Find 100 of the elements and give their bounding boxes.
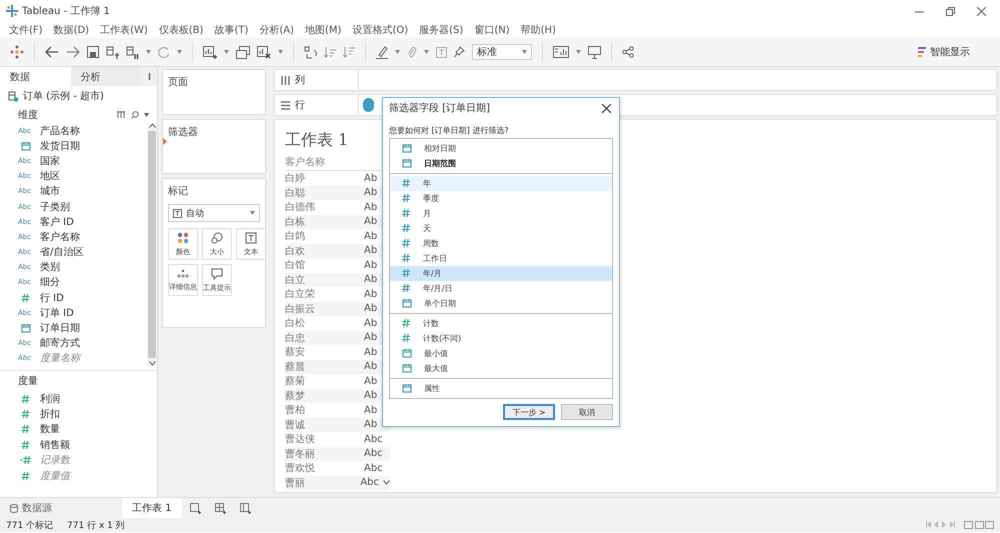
- caret-icon: [250, 211, 255, 215]
- window-title: Tableau - 工作簿 1: [22, 5, 110, 18]
- filter-option[interactable]: 最小值: [390, 346, 612, 361]
- paperclip-icon[interactable]: [407, 46, 417, 58]
- field-name[interactable]: 类别: [40, 260, 60, 274]
- mark-type-dropdown[interactable]: 自动: [168, 204, 260, 222]
- forward-arrow-icon[interactable]: [66, 46, 80, 58]
- field-pill[interactable]: [363, 98, 374, 112]
- field-name[interactable]: 销售额: [40, 438, 70, 452]
- calendar-icon: [402, 383, 412, 394]
- save-icon[interactable]: [87, 46, 99, 58]
- share-icon[interactable]: [622, 46, 634, 58]
- table-cell-text: 曹丽: [285, 476, 306, 490]
- menu-item[interactable]: 仪表板(B): [154, 23, 208, 37]
- clear-sheet-icon[interactable]: [257, 46, 271, 58]
- menu-item[interactable]: 文件(F): [4, 23, 48, 37]
- filter-option[interactable]: 相对日期: [390, 140, 612, 156]
- filter-option[interactable]: 周数: [390, 236, 612, 251]
- filter-option[interactable]: 月: [390, 206, 612, 221]
- fit-dropdown[interactable]: 标准: [472, 44, 532, 60]
- menu-item[interactable]: 数据(D): [48, 23, 94, 37]
- filter-option[interactable]: 工作日: [390, 250, 612, 266]
- menu-item[interactable]: 服务器(S): [414, 23, 468, 37]
- filter-option[interactable]: 天: [390, 220, 612, 236]
- menu-item[interactable]: 地图(M): [300, 23, 346, 37]
- next-button[interactable]: 下一步 >: [503, 404, 555, 420]
- sort-descending-icon[interactable]: [343, 46, 355, 58]
- show-me-button[interactable]: 智能显示: [912, 43, 976, 61]
- back-arrow-icon[interactable]: [45, 46, 59, 58]
- filter-option[interactable]: 日期范围: [390, 156, 612, 171]
- field-name[interactable]: 折扣: [40, 407, 60, 422]
- filter-option[interactable]: 季度: [390, 190, 612, 206]
- field-name[interactable]: 发货日期: [40, 138, 80, 153]
- filter-option[interactable]: 计数: [390, 316, 612, 331]
- presentation-icon[interactable]: [588, 46, 601, 58]
- menu-item[interactable]: 帮助(H): [516, 23, 561, 37]
- view-grid-icon[interactable]: [117, 111, 126, 118]
- add-datasource-icon[interactable]: [106, 46, 119, 58]
- field-name[interactable]: 数量: [40, 422, 60, 436]
- pin-icon[interactable]: [454, 46, 465, 58]
- restore-icon[interactable]: [946, 6, 955, 16]
- column-header: 客户名称: [285, 156, 325, 169]
- pause-datasource-icon[interactable]: [126, 46, 139, 58]
- chevron-down-icon[interactable]: [148, 361, 156, 366]
- field-name[interactable]: 客户 ID: [40, 214, 74, 229]
- field-name[interactable]: 省/自治区: [40, 245, 84, 260]
- field-name[interactable]: 客户名称: [40, 230, 80, 244]
- duplicate-sheet-icon[interactable]: [236, 46, 250, 58]
- field-name[interactable]: 订单 ID: [40, 306, 74, 320]
- field-name[interactable]: 地区: [40, 169, 60, 184]
- new-sheet-chart-icon[interactable]: [203, 46, 217, 58]
- minimize-pane-icon[interactable]: [148, 73, 150, 80]
- field-name[interactable]: 产品名称: [40, 124, 80, 138]
- sheet-tab[interactable]: 工作表 1: [122, 498, 182, 518]
- new-worksheet-icon[interactable]: [190, 502, 201, 514]
- filter-option[interactable]: 年: [390, 176, 612, 191]
- close-icon[interactable]: [977, 6, 986, 16]
- close-icon: [602, 104, 611, 113]
- search-icon[interactable]: [131, 110, 139, 118]
- filter-option[interactable]: 最大值: [390, 360, 612, 376]
- data-source-tab[interactable]: 数据源: [0, 498, 62, 518]
- cancel-button[interactable]: 取消: [561, 404, 613, 420]
- pane-tab[interactable]: 分析: [70, 67, 141, 86]
- scrollbar[interactable]: [147, 123, 157, 366]
- data-source-name[interactable]: 订单 (示例 - 超市): [23, 89, 104, 103]
- field-name[interactable]: 订单日期: [40, 321, 80, 336]
- sort-ascending-icon[interactable]: [324, 46, 336, 58]
- close-button[interactable]: [600, 102, 613, 115]
- menu-item[interactable]: 工作表(W): [95, 23, 153, 37]
- new-dashboard-icon[interactable]: [214, 502, 226, 514]
- field-name[interactable]: 行 ID: [40, 290, 64, 305]
- show-labels-icon[interactable]: [553, 46, 569, 58]
- filter-option[interactable]: 单个日期: [390, 296, 612, 311]
- field-name[interactable]: 记录数: [40, 453, 70, 468]
- filter-option[interactable]: 年/月/日: [390, 280, 612, 296]
- field-name[interactable]: 细分: [40, 275, 60, 290]
- filter-option[interactable]: 年/月: [390, 266, 612, 281]
- field-name[interactable]: 子类别: [40, 200, 70, 214]
- chevron-up-icon[interactable]: [148, 123, 156, 128]
- new-story-icon[interactable]: [240, 502, 251, 514]
- highlight-pen-icon[interactable]: [376, 46, 388, 58]
- field-name[interactable]: 国家: [40, 154, 60, 168]
- filter-option[interactable]: 计数(不同): [390, 330, 612, 346]
- menu-item[interactable]: 分析(A): [254, 23, 300, 37]
- field-name[interactable]: 城市: [40, 184, 60, 198]
- card-title: 标记: [168, 184, 189, 198]
- field-name[interactable]: 邮寄方式: [40, 336, 80, 350]
- table-cell-text: 蔡晨: [285, 360, 306, 374]
- pages-card: 页面: [162, 69, 266, 115]
- field-name[interactable]: 利润: [40, 392, 60, 406]
- menu-item[interactable]: 设置格式(O): [347, 23, 414, 37]
- menu-item[interactable]: 窗口(N): [469, 23, 515, 37]
- field-name[interactable]: 度量名称: [40, 351, 80, 366]
- field-name[interactable]: 度量值: [40, 468, 70, 483]
- chevron-down-icon[interactable]: [383, 480, 390, 486]
- filter-option[interactable]: 属性: [390, 380, 612, 396]
- dropdown-icon[interactable]: [144, 112, 149, 116]
- hash-icon: [402, 283, 411, 294]
- menu-item[interactable]: 故事(T): [209, 23, 254, 37]
- pane-tab[interactable]: 数据: [0, 67, 70, 86]
